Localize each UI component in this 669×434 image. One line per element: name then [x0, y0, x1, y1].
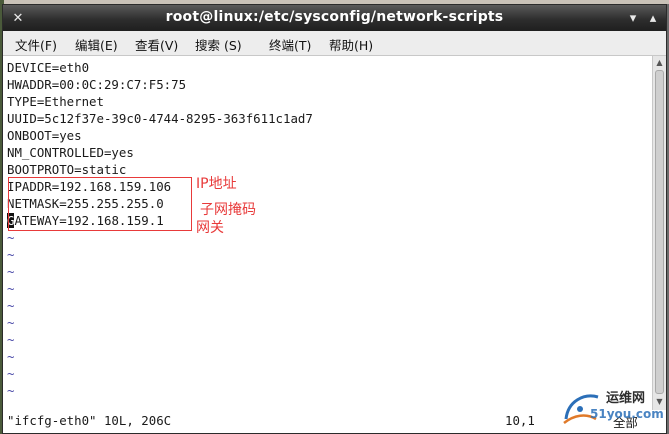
menu-view[interactable]: 查看(V) [135, 35, 178, 54]
terminal-window: ✕ root@linux:/etc/sysconfig/network-scri… [2, 4, 667, 434]
empty-line-marker: ~ [7, 332, 15, 347]
empty-line-marker: ~ [7, 264, 15, 279]
watermark-url: 51you.com [590, 407, 664, 421]
config-line-type: TYPE=Ethernet [7, 94, 104, 109]
scroll-up-icon[interactable]: ▲ [654, 57, 665, 69]
menu-file[interactable]: 文件(F) [15, 35, 57, 54]
menu-edit[interactable]: 编辑(E) [75, 35, 118, 54]
watermark: 运维网 51you.com [560, 385, 666, 431]
cursor-position: 10,1 [505, 413, 535, 428]
menu-help[interactable]: 帮助(H) [329, 35, 373, 54]
title-bar[interactable]: ✕ root@linux:/etc/sysconfig/network-scri… [3, 5, 666, 31]
annotation-ip-address: IP地址 [196, 176, 237, 192]
empty-line-marker: ~ [7, 230, 15, 245]
watermark-site-name: 运维网 [606, 391, 646, 406]
file-info: "ifcfg-eth0" 10L, 206C [7, 413, 172, 428]
config-line-hwaddr: HWADDR=00:0C:29:C7:F5:75 [7, 77, 187, 92]
vertical-scrollbar[interactable]: ▲ ▼ [652, 56, 666, 410]
empty-line-marker: ~ [7, 349, 15, 364]
empty-line-marker: ~ [7, 247, 15, 262]
empty-line-marker: ~ [7, 366, 15, 381]
terminal-content[interactable]: DEVICE=eth0 HWADDR=00:0C:29:C7:F5:75 TYP… [3, 56, 652, 410]
config-line-bootproto: BOOTPROTO=static [7, 162, 127, 177]
config-line-uuid: UUID=5c12f37e-39c0-4744-8295-363f611c1ad… [7, 111, 313, 126]
menu-bar: 文件(F) 编辑(E) 查看(V) 搜索 (S) 终端(T) 帮助(H) [3, 31, 666, 56]
scroll-thumb[interactable] [655, 70, 664, 394]
empty-line-marker: ~ [7, 383, 15, 398]
annotation-highlight-box [8, 177, 192, 231]
annotation-netmask: 子网掩码 [200, 202, 256, 218]
annotation-gateway: 网关 [196, 220, 224, 236]
maximize-icon[interactable]: ▴ [644, 9, 662, 27]
window-title: root@linux:/etc/sysconfig/network-script… [165, 9, 504, 25]
menu-terminal[interactable]: 终端(T) [269, 35, 311, 54]
empty-line-marker: ~ [7, 315, 15, 330]
minimize-icon[interactable]: ▾ [624, 9, 642, 27]
menu-search[interactable]: 搜索 (S) [195, 35, 242, 54]
config-line-onboot: ONBOOT=yes [7, 128, 82, 143]
config-line-device: DEVICE=eth0 [7, 60, 90, 75]
empty-line-marker: ~ [7, 281, 15, 296]
config-line-nm-controlled: NM_CONTROLLED=yes [7, 145, 134, 160]
empty-line-marker: ~ [7, 298, 15, 313]
